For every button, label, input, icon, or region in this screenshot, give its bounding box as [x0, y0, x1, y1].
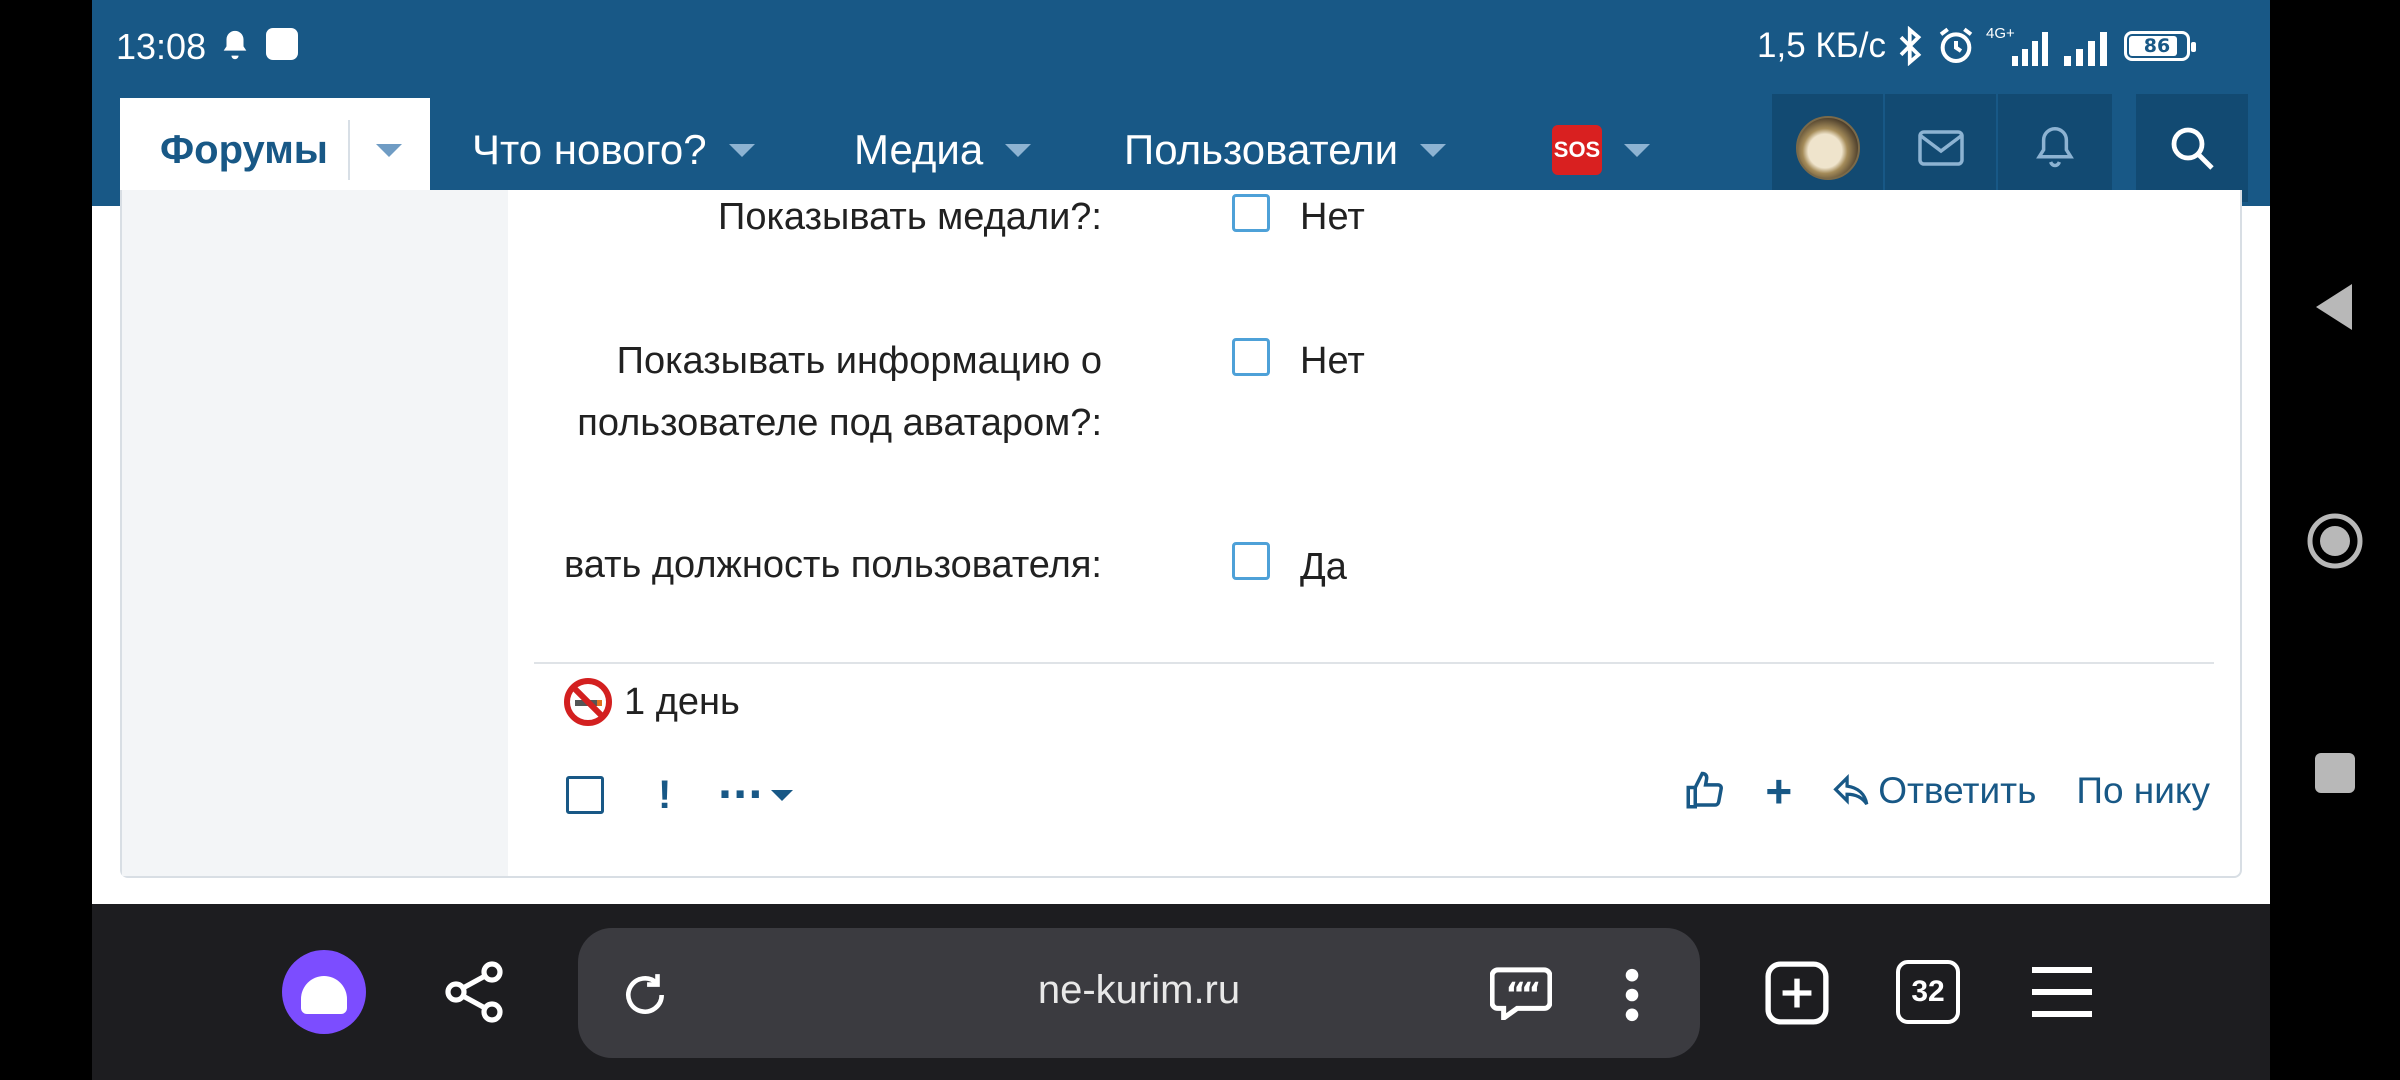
- field-value-user-title: Да: [1300, 546, 1347, 588]
- divider: [534, 662, 2214, 664]
- reply-label: Ответить: [1878, 770, 2037, 811]
- field-label-user-info-line1: Показывать информацию о: [616, 340, 1102, 382]
- field-label-medals: Показывать медали?:: [718, 196, 1102, 238]
- browser-toolbar: ne-kurim.ru ““ 32: [92, 904, 2270, 1080]
- status-icons: 1,5 КБ/с 4G+ 86: [1757, 24, 2196, 68]
- bell-icon: [2035, 126, 2074, 168]
- ban-indicator: 1 день: [562, 676, 740, 728]
- no-smoking-icon: [564, 678, 612, 726]
- nav-tab-whats-new[interactable]: Что нового?: [472, 124, 755, 176]
- tabs-count-button[interactable]: 32: [1896, 960, 1960, 1024]
- reply-button[interactable]: Ответить: [1832, 770, 2036, 812]
- ban-duration: 1 день: [624, 680, 740, 723]
- hamburger-menu-icon[interactable]: [2028, 964, 2096, 1020]
- alerts-button[interactable]: [1998, 94, 2111, 202]
- like-icon[interactable]: [1683, 770, 1725, 812]
- quote-by-nick-button[interactable]: По нику: [2076, 770, 2210, 812]
- clock: 13:08: [116, 26, 207, 67]
- nav-tab-forums[interactable]: Форумы: [120, 98, 430, 202]
- alice-assistant-button[interactable]: [282, 950, 366, 1034]
- field-value-user-info: Нет: [1300, 340, 1365, 382]
- alice-icon: [301, 976, 347, 1014]
- field-value-medals: Нет: [1300, 196, 1365, 238]
- new-tab-icon[interactable]: [1764, 960, 1830, 1026]
- post-actions-right: + Ответить По нику: [1683, 764, 2210, 818]
- nav-whats-new-label: Что нового?: [472, 126, 707, 173]
- chevron-down-icon[interactable]: [1624, 143, 1650, 157]
- battery-icon: 86: [2124, 31, 2196, 61]
- network-type: 4G+: [1986, 25, 2015, 42]
- more-options-button[interactable]: ···: [717, 772, 793, 818]
- chevron-down-icon[interactable]: [1420, 143, 1447, 157]
- post-actions-left: ! ···: [566, 772, 793, 818]
- nav-users-label: Пользователи: [1124, 126, 1399, 173]
- add-reaction-button[interactable]: +: [1765, 764, 1792, 818]
- nav-tab-media[interactable]: Медиа: [854, 124, 1032, 176]
- more-options-label: ···: [717, 772, 763, 818]
- screen: 13:08 1,5 КБ/с 4G+ 86 Форумы Что нового?: [92, 0, 2270, 1080]
- post-panel: Показывать медали?: Нет Показывать инфор…: [120, 190, 2242, 878]
- checkbox-user-title[interactable]: [1232, 542, 1270, 580]
- select-post-checkbox[interactable]: [566, 776, 604, 814]
- address-bar[interactable]: ne-kurim.ru ““: [578, 928, 1700, 1058]
- checkbox-medals[interactable]: [1232, 194, 1270, 232]
- checkbox-user-info[interactable]: [1232, 338, 1270, 376]
- signal-4g-icon: 4G+: [1986, 25, 2048, 66]
- chevron-down-icon[interactable]: [728, 143, 755, 157]
- account-button[interactable]: [1772, 94, 1885, 202]
- alarm-icon: [1939, 27, 1973, 64]
- user-nav-box: [1772, 94, 2112, 202]
- report-icon[interactable]: !: [658, 773, 671, 818]
- bluetooth-icon: [1899, 26, 1922, 66]
- network-speed: 1,5 КБ/с: [1757, 26, 1886, 65]
- app-notification-icon: [266, 28, 298, 60]
- inbox-button[interactable]: [1885, 94, 1998, 202]
- svg-text:“: “: [1521, 977, 1541, 1013]
- recents-icon[interactable]: [2314, 752, 2356, 794]
- nav-divider: [348, 120, 350, 180]
- nav-tab-sos[interactable]: SOS: [1552, 124, 1650, 176]
- back-icon[interactable]: [2312, 282, 2354, 332]
- nav-tab-users[interactable]: Пользователи: [1124, 124, 1447, 176]
- nav-media-label: Медиа: [854, 126, 984, 173]
- system-nav-bar: [2270, 0, 2400, 1080]
- bell-icon: [223, 30, 247, 60]
- battery-level: 86: [2143, 35, 2171, 57]
- nav-forums-label: Форумы: [160, 127, 328, 172]
- home-icon[interactable]: [2306, 512, 2364, 570]
- status-bar: 13:08 1,5 КБ/с 4G+ 86: [92, 0, 2270, 94]
- chevron-down-icon: [770, 789, 793, 801]
- reply-icon: [1833, 773, 1869, 806]
- search-button[interactable]: [2136, 94, 2248, 202]
- field-label-user-title: вать должность пользователя:: [564, 544, 1102, 586]
- share-icon[interactable]: [444, 960, 508, 1024]
- sos-icon: SOS: [1552, 125, 1602, 175]
- more-vertical-icon[interactable]: [1622, 968, 1642, 1022]
- quote-icon[interactable]: ““: [1490, 966, 1552, 1020]
- chevron-down-icon[interactable]: [376, 143, 402, 157]
- chevron-down-icon[interactable]: [1005, 143, 1032, 157]
- search-icon: [2171, 127, 2214, 170]
- field-label-user-info-line2: пользователе под аватаром?:: [577, 402, 1102, 444]
- post-user-sidebar: [122, 190, 508, 876]
- avatar: [1795, 116, 1860, 180]
- signal-icon: [2064, 32, 2107, 66]
- envelope-icon: [1917, 130, 1964, 166]
